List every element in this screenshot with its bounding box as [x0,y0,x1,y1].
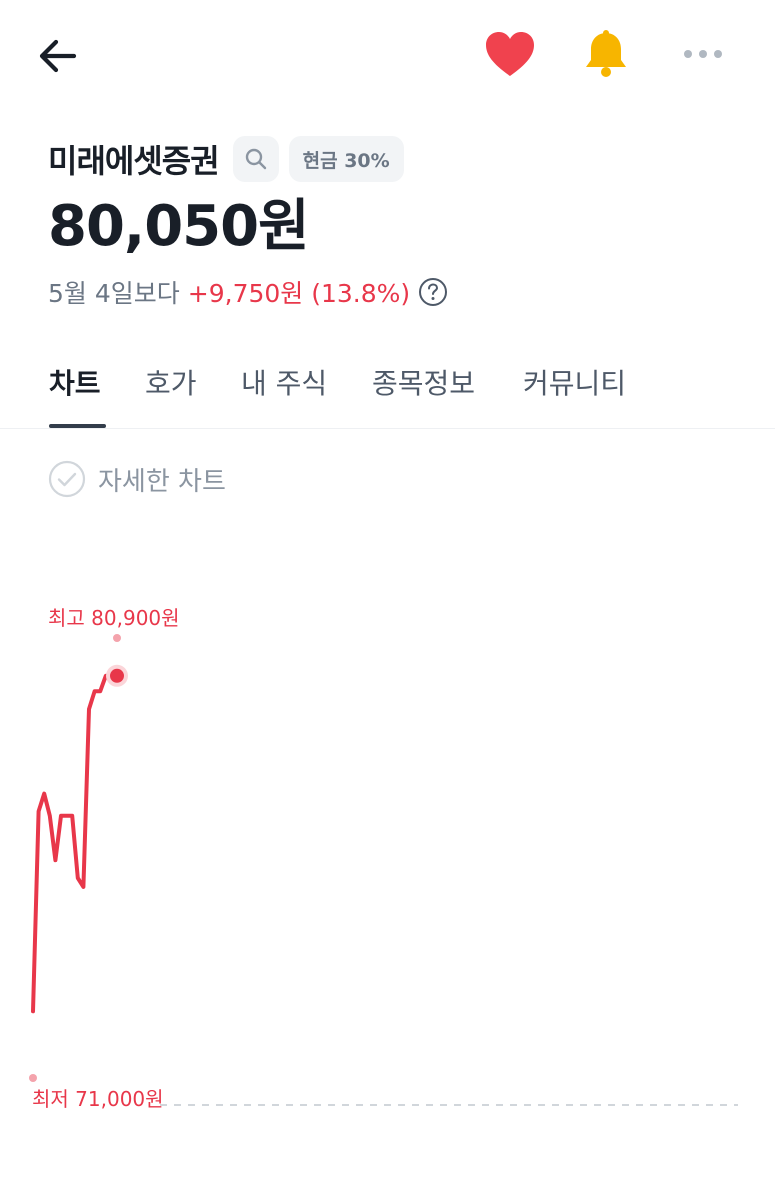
favorite-button[interactable] [483,30,537,80]
stock-search-button[interactable] [232,136,279,182]
low-price-label: 최저 71,000원 [32,1087,164,1111]
change-label: 5월 4일보다 [48,279,180,308]
stock-header: 미래에셋증권 현금 30% 80,050원 5월 4일보다 +9,750원 (1… [48,134,748,310]
active-tab-indicator [49,424,106,428]
stock-name-row: 미래에셋증권 현금 30% [48,134,748,184]
search-icon [245,148,266,170]
tab-community[interactable]: 커뮤니티 [523,362,626,428]
price-chart: 최고 80,900원 최저 71,000원 [29,606,738,1111]
stock-name: 미래에셋증권 [48,142,220,180]
high-price-marker [113,634,121,642]
more-button[interactable] [680,40,726,68]
price-change-row: 5월 4일보다 +9,750원 (13.8%) [48,274,748,310]
back-button[interactable] [34,34,82,78]
current-price: 80,050원 [48,194,310,259]
high-price-label: 최고 80,900원 [48,606,180,630]
bell-icon [586,30,626,77]
price-line-series [31,673,119,1014]
cash-ratio-badge: 현금 30% [288,136,404,182]
low-price-marker [29,1074,37,1082]
help-icon[interactable] [418,277,448,307]
tab-chart[interactable]: 차트 [49,362,101,428]
heart-icon [486,32,534,76]
detail-chart-label: 자세한 차트 [98,466,226,497]
current-price-dot [110,668,124,683]
tab-orderbook[interactable]: 호가 [145,362,197,428]
stock-tabs: 차트 호가 내 주식 종목정보 커뮤니티 [0,352,775,429]
detail-chart-toggle[interactable]: 자세한 차트 [48,458,226,500]
change-value: +9,750원 (13.8%) [187,279,411,308]
top-bar [0,0,775,110]
more-dots-icon [684,50,722,58]
tab-my-stock[interactable]: 내 주식 [241,362,327,428]
tab-stock-info[interactable]: 종목정보 [372,362,475,428]
back-arrow-icon [39,39,77,73]
alert-button[interactable] [580,28,632,80]
check-circle-icon [48,460,86,498]
